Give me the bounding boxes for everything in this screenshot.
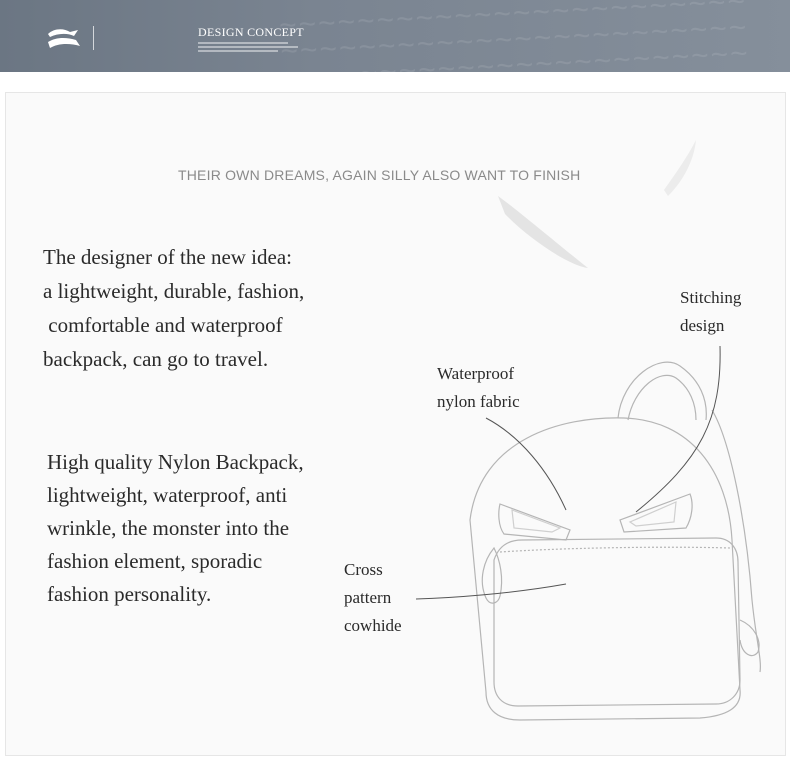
waterproof-callout: Waterproof nylon fabric — [437, 360, 520, 416]
callout-line: Cross — [344, 560, 383, 579]
quality-line: High quality Nylon Backpack, — [47, 450, 304, 474]
callout-line: Waterproof — [437, 364, 514, 383]
feather-icon — [498, 140, 696, 268]
stitching-leader-line — [635, 345, 721, 513]
stitching-callout: Stitching design — [680, 284, 741, 340]
illustration-layer — [415, 140, 761, 721]
cross-callout: Cross pattern cowhide — [344, 556, 402, 640]
callout-line: design — [680, 316, 725, 335]
callout-line: pattern — [344, 588, 392, 607]
quality-line: fashion personality. — [47, 582, 212, 606]
designer-line: The designer of the new idea: — [43, 245, 292, 269]
quality-paragraph: High quality Nylon Backpack, lightweight… — [47, 446, 304, 611]
callout-line: cowhide — [344, 616, 402, 635]
waterproof-leader-line — [485, 417, 567, 511]
callout-line: Stitching — [680, 288, 742, 307]
cross-leader-line — [415, 583, 567, 600]
designer-line: backpack, can go to travel. — [43, 347, 269, 371]
designer-line: comfortable and waterproof — [43, 313, 283, 337]
quality-line: wrinkle, the monster into the — [47, 516, 290, 540]
designer-paragraph: The designer of the new idea: a lightwei… — [43, 240, 304, 376]
quality-line: fashion element, sporadic — [47, 549, 263, 573]
callout-line: nylon fabric — [437, 392, 520, 411]
quality-line: lightweight, waterproof, anti — [47, 483, 288, 507]
tagline: THEIR OWN DREAMS, AGAIN SILLY ALSO WANT … — [178, 167, 581, 183]
designer-line: a lightweight, durable, fashion, — [43, 279, 305, 303]
